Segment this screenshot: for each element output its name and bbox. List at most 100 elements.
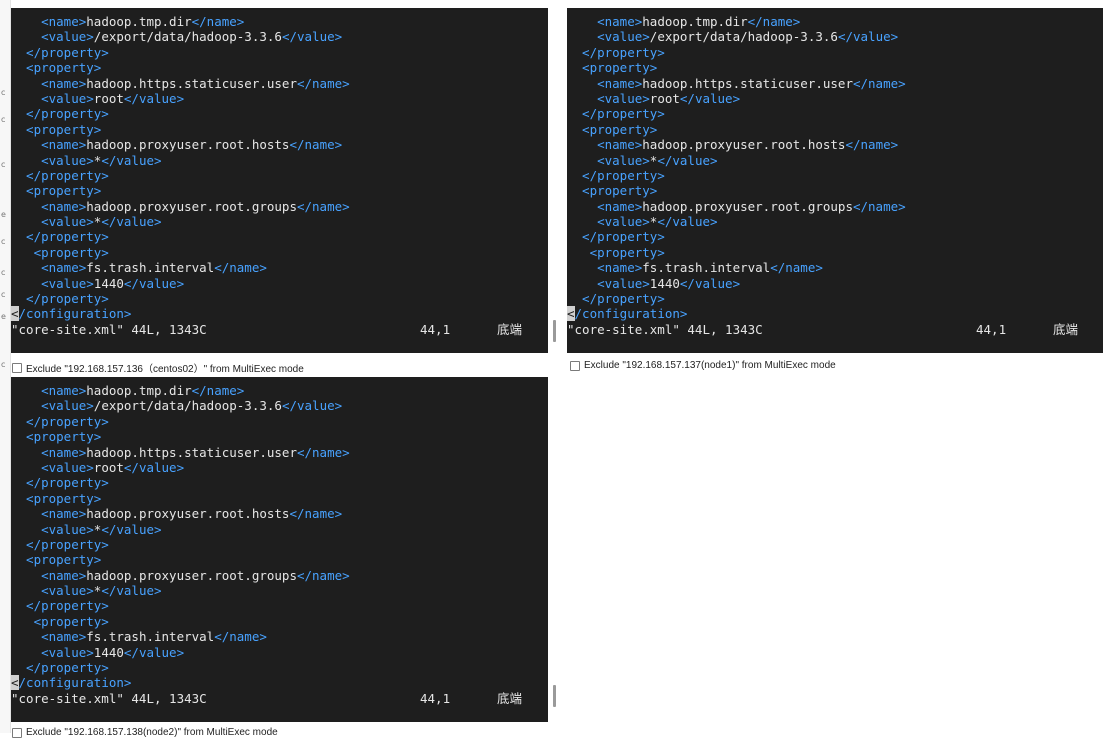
code-line: </property> xyxy=(11,45,548,60)
xml-value-text: 1440 xyxy=(93,644,124,660)
xml-value-text: hadoop.tmp.dir xyxy=(642,14,748,29)
xml-tag-text: </value> xyxy=(123,90,185,106)
code-line: <value>/export/data/hadoop-3.3.6</value> xyxy=(567,29,1103,44)
code-line: <property> xyxy=(11,491,548,506)
xml-tag-text: <name> xyxy=(567,75,643,91)
xml-value-text: fs.trash.interval xyxy=(642,260,771,276)
code-line: <value>*</value> xyxy=(567,153,1103,168)
status-cursor-position: 44,1 xyxy=(976,321,1007,337)
code-line: <value>1440</value> xyxy=(11,645,548,660)
xml-tag-text: <property> xyxy=(11,121,102,137)
terminal-scrollbar[interactable] xyxy=(548,8,562,353)
xml-tag-text: </name> xyxy=(852,198,906,214)
xml-tag-text: <property> xyxy=(11,429,102,445)
xml-tag-text: <value> xyxy=(11,29,94,45)
xml-tag-text: </name> xyxy=(214,629,267,645)
sidebar-glyph: c xyxy=(1,160,6,169)
xml-tag-text: <property> xyxy=(567,244,665,260)
xml-tag-text: <value> xyxy=(11,398,94,414)
xml-tag-text: <property> xyxy=(11,183,102,199)
xml-tag-text: <name> xyxy=(11,137,87,153)
text-cursor: < xyxy=(567,306,575,322)
xml-tag-text: </name> xyxy=(296,198,350,214)
code-line: <value>1440</value> xyxy=(567,276,1103,291)
xml-tag-text: </name> xyxy=(845,137,899,153)
scrollbar-thumb[interactable] xyxy=(553,685,556,707)
exclude-checkbox[interactable] xyxy=(12,362,22,373)
xml-tag-text: <value> xyxy=(567,152,650,168)
xml-tag-text: </value> xyxy=(123,644,185,660)
terminal-pane-node1[interactable]: <name>hadoop.tmp.dir</name> <value>/expo… xyxy=(567,8,1103,353)
code-line: </property> xyxy=(567,168,1103,183)
xml-tag-text: </property> xyxy=(11,660,109,676)
code-line: <property> xyxy=(567,245,1103,260)
xml-tag-text: </value> xyxy=(837,29,899,45)
code-line: <property> xyxy=(11,614,548,629)
xml-value-text: hadoop.proxyuser.root.hosts xyxy=(642,137,846,153)
xml-value-text: fs.trash.interval xyxy=(86,260,215,276)
code-line: <name>hadoop.proxyuser.root.groups</name… xyxy=(11,199,548,214)
xml-tag-text: </value> xyxy=(679,90,741,106)
code-line: <name>hadoop.proxyuser.root.groups</name… xyxy=(567,199,1103,214)
xml-tag-text: </name> xyxy=(289,137,343,153)
vim-status-line: "core-site.xml" 44L, 1343C 44,1 底端 xyxy=(567,322,1103,337)
exclude-checkbox[interactable] xyxy=(570,360,580,371)
code-line: <value>/export/data/hadoop-3.3.6</value> xyxy=(11,398,548,413)
xml-tag-text: <value> xyxy=(567,214,650,230)
terminal-scrollbar[interactable] xyxy=(548,377,562,722)
xml-tag-text: </value> xyxy=(101,521,162,537)
xml-tag-text: </value> xyxy=(679,275,741,291)
xml-tag-text: <name> xyxy=(567,14,643,29)
status-file-info: "core-site.xml" 44L, 1343C xyxy=(11,690,207,706)
sidebar-glyph: e xyxy=(1,312,6,321)
xml-tag-text: <name> xyxy=(11,75,87,91)
xml-tag-text: <property> xyxy=(567,183,658,199)
terminal-pane-node2[interactable]: <name>hadoop.tmp.dir</name> <value>/expo… xyxy=(11,377,548,722)
xml-tag-text: </name> xyxy=(191,14,245,29)
code-line: <property> xyxy=(11,245,548,260)
code-line: </property> xyxy=(11,106,548,121)
xml-tag-text: </value> xyxy=(101,152,162,168)
terminal-pane-centos02[interactable]: <name>hadoop.tmp.dir</name> <value>/expo… xyxy=(11,8,548,353)
xml-value-text: root xyxy=(649,90,680,106)
code-line: </property> xyxy=(11,660,548,675)
exclude-multiexec-row[interactable]: Exclude "192.168.157.136（centos02）" from… xyxy=(12,360,304,375)
code-line: <property> xyxy=(567,122,1103,137)
xml-tag-text: /configuration> xyxy=(18,306,132,322)
code-line: <property> xyxy=(11,552,548,567)
xml-tag-text: <name> xyxy=(11,14,87,29)
status-scroll-position: 底端 xyxy=(497,690,523,706)
xml-tag-text: <name> xyxy=(567,137,643,153)
code-line: <value>1440</value> xyxy=(11,276,548,291)
xml-tag-text: </property> xyxy=(567,106,665,122)
xml-value-text: /export/data/hadoop-3.3.6 xyxy=(93,29,282,45)
xml-value-text: hadoop.proxyuser.root.groups xyxy=(642,198,853,214)
xml-value-text: hadoop.https.staticuser.user xyxy=(86,75,297,91)
xml-tag-text: <property> xyxy=(11,490,102,506)
code-line: </property> xyxy=(11,291,548,306)
code-line: <name>hadoop.tmp.dir</name> xyxy=(11,14,548,29)
xml-tag-text: <property> xyxy=(567,60,658,76)
xml-tag-text: </property> xyxy=(11,598,109,614)
xml-tag-text: </property> xyxy=(567,291,665,307)
code-line: <property> xyxy=(11,60,548,75)
code-line: <property> xyxy=(11,429,548,444)
scrollbar-thumb[interactable] xyxy=(553,320,556,342)
xml-tag-text: </property> xyxy=(11,229,109,245)
exclude-multiexec-row[interactable]: Exclude "192.168.157.137(node1)" from Mu… xyxy=(570,360,836,371)
xml-tag-text: <name> xyxy=(11,506,87,522)
xml-tag-text: <name> xyxy=(11,444,87,460)
xml-tag-text: </property> xyxy=(11,413,109,429)
code-line: <value>*</value> xyxy=(567,214,1103,229)
code-line: <value>root</value> xyxy=(11,91,548,106)
xml-tag-text: <name> xyxy=(11,383,87,398)
code-line: <name>fs.trash.interval</name> xyxy=(11,629,548,644)
xml-tag-text: </name> xyxy=(289,506,343,522)
xml-tag-text: </name> xyxy=(296,444,350,460)
xml-tag-text: </name> xyxy=(214,260,267,276)
code-line: <value>/export/data/hadoop-3.3.6</value> xyxy=(11,29,548,44)
xml-tag-text: </value> xyxy=(123,275,185,291)
xml-tag-text: <value> xyxy=(567,275,650,291)
xml-value-text: /export/data/hadoop-3.3.6 xyxy=(93,398,282,414)
xml-tag-text: </value> xyxy=(657,214,718,230)
